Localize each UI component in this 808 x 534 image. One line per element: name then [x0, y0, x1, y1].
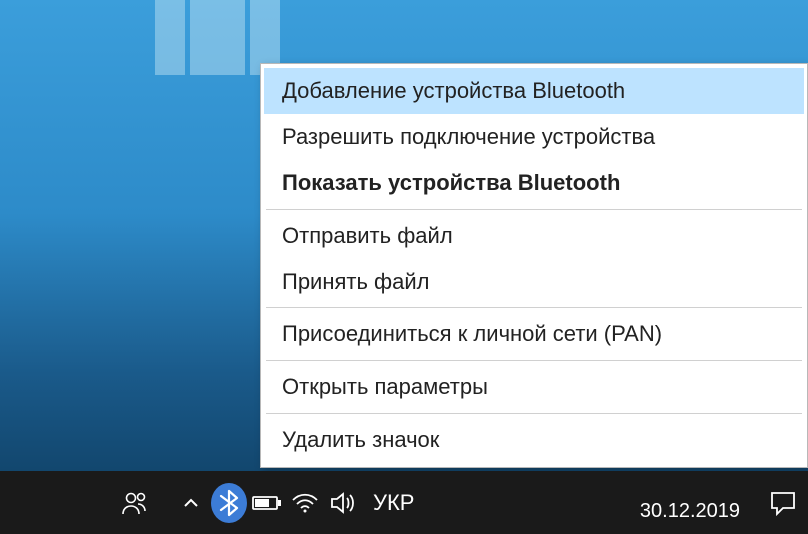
menu-item-remove-icon[interactable]: Удалить значок	[264, 417, 804, 463]
bluetooth-context-menu: Добавление устройства Bluetooth Разрешит…	[260, 63, 808, 468]
menu-item-add-bluetooth-device[interactable]: Добавление устройства Bluetooth	[264, 68, 804, 114]
battery-icon[interactable]	[249, 471, 285, 534]
wifi-icon[interactable]	[287, 471, 323, 534]
language-indicator[interactable]: УКР	[363, 490, 424, 516]
bluetooth-tray-icon[interactable]	[211, 471, 247, 534]
taskbar-date: 30.12.2019	[640, 499, 740, 523]
background-stripe	[190, 0, 245, 75]
menu-separator	[266, 209, 802, 210]
people-icon[interactable]	[117, 471, 153, 534]
menu-separator	[266, 307, 802, 308]
taskbar-clock[interactable]: 30.12.2019	[624, 499, 756, 523]
menu-separator	[266, 360, 802, 361]
menu-item-send-file[interactable]: Отправить файл	[264, 213, 804, 259]
chevron-up-icon[interactable]	[173, 471, 209, 534]
background-stripe	[155, 0, 185, 75]
menu-item-allow-connection[interactable]: Разрешить подключение устройства	[264, 114, 804, 160]
menu-item-join-pan[interactable]: Присоединиться к личной сети (PAN)	[264, 311, 804, 357]
taskbar: УКР 30.12.2019	[0, 471, 808, 534]
menu-item-open-settings[interactable]: Открыть параметры	[264, 364, 804, 410]
menu-item-show-bluetooth-devices[interactable]: Показать устройства Bluetooth	[264, 160, 804, 206]
speaker-icon[interactable]	[325, 471, 361, 534]
menu-separator	[266, 413, 802, 414]
notifications-icon[interactable]	[758, 471, 808, 534]
menu-item-receive-file[interactable]: Принять файл	[264, 259, 804, 305]
